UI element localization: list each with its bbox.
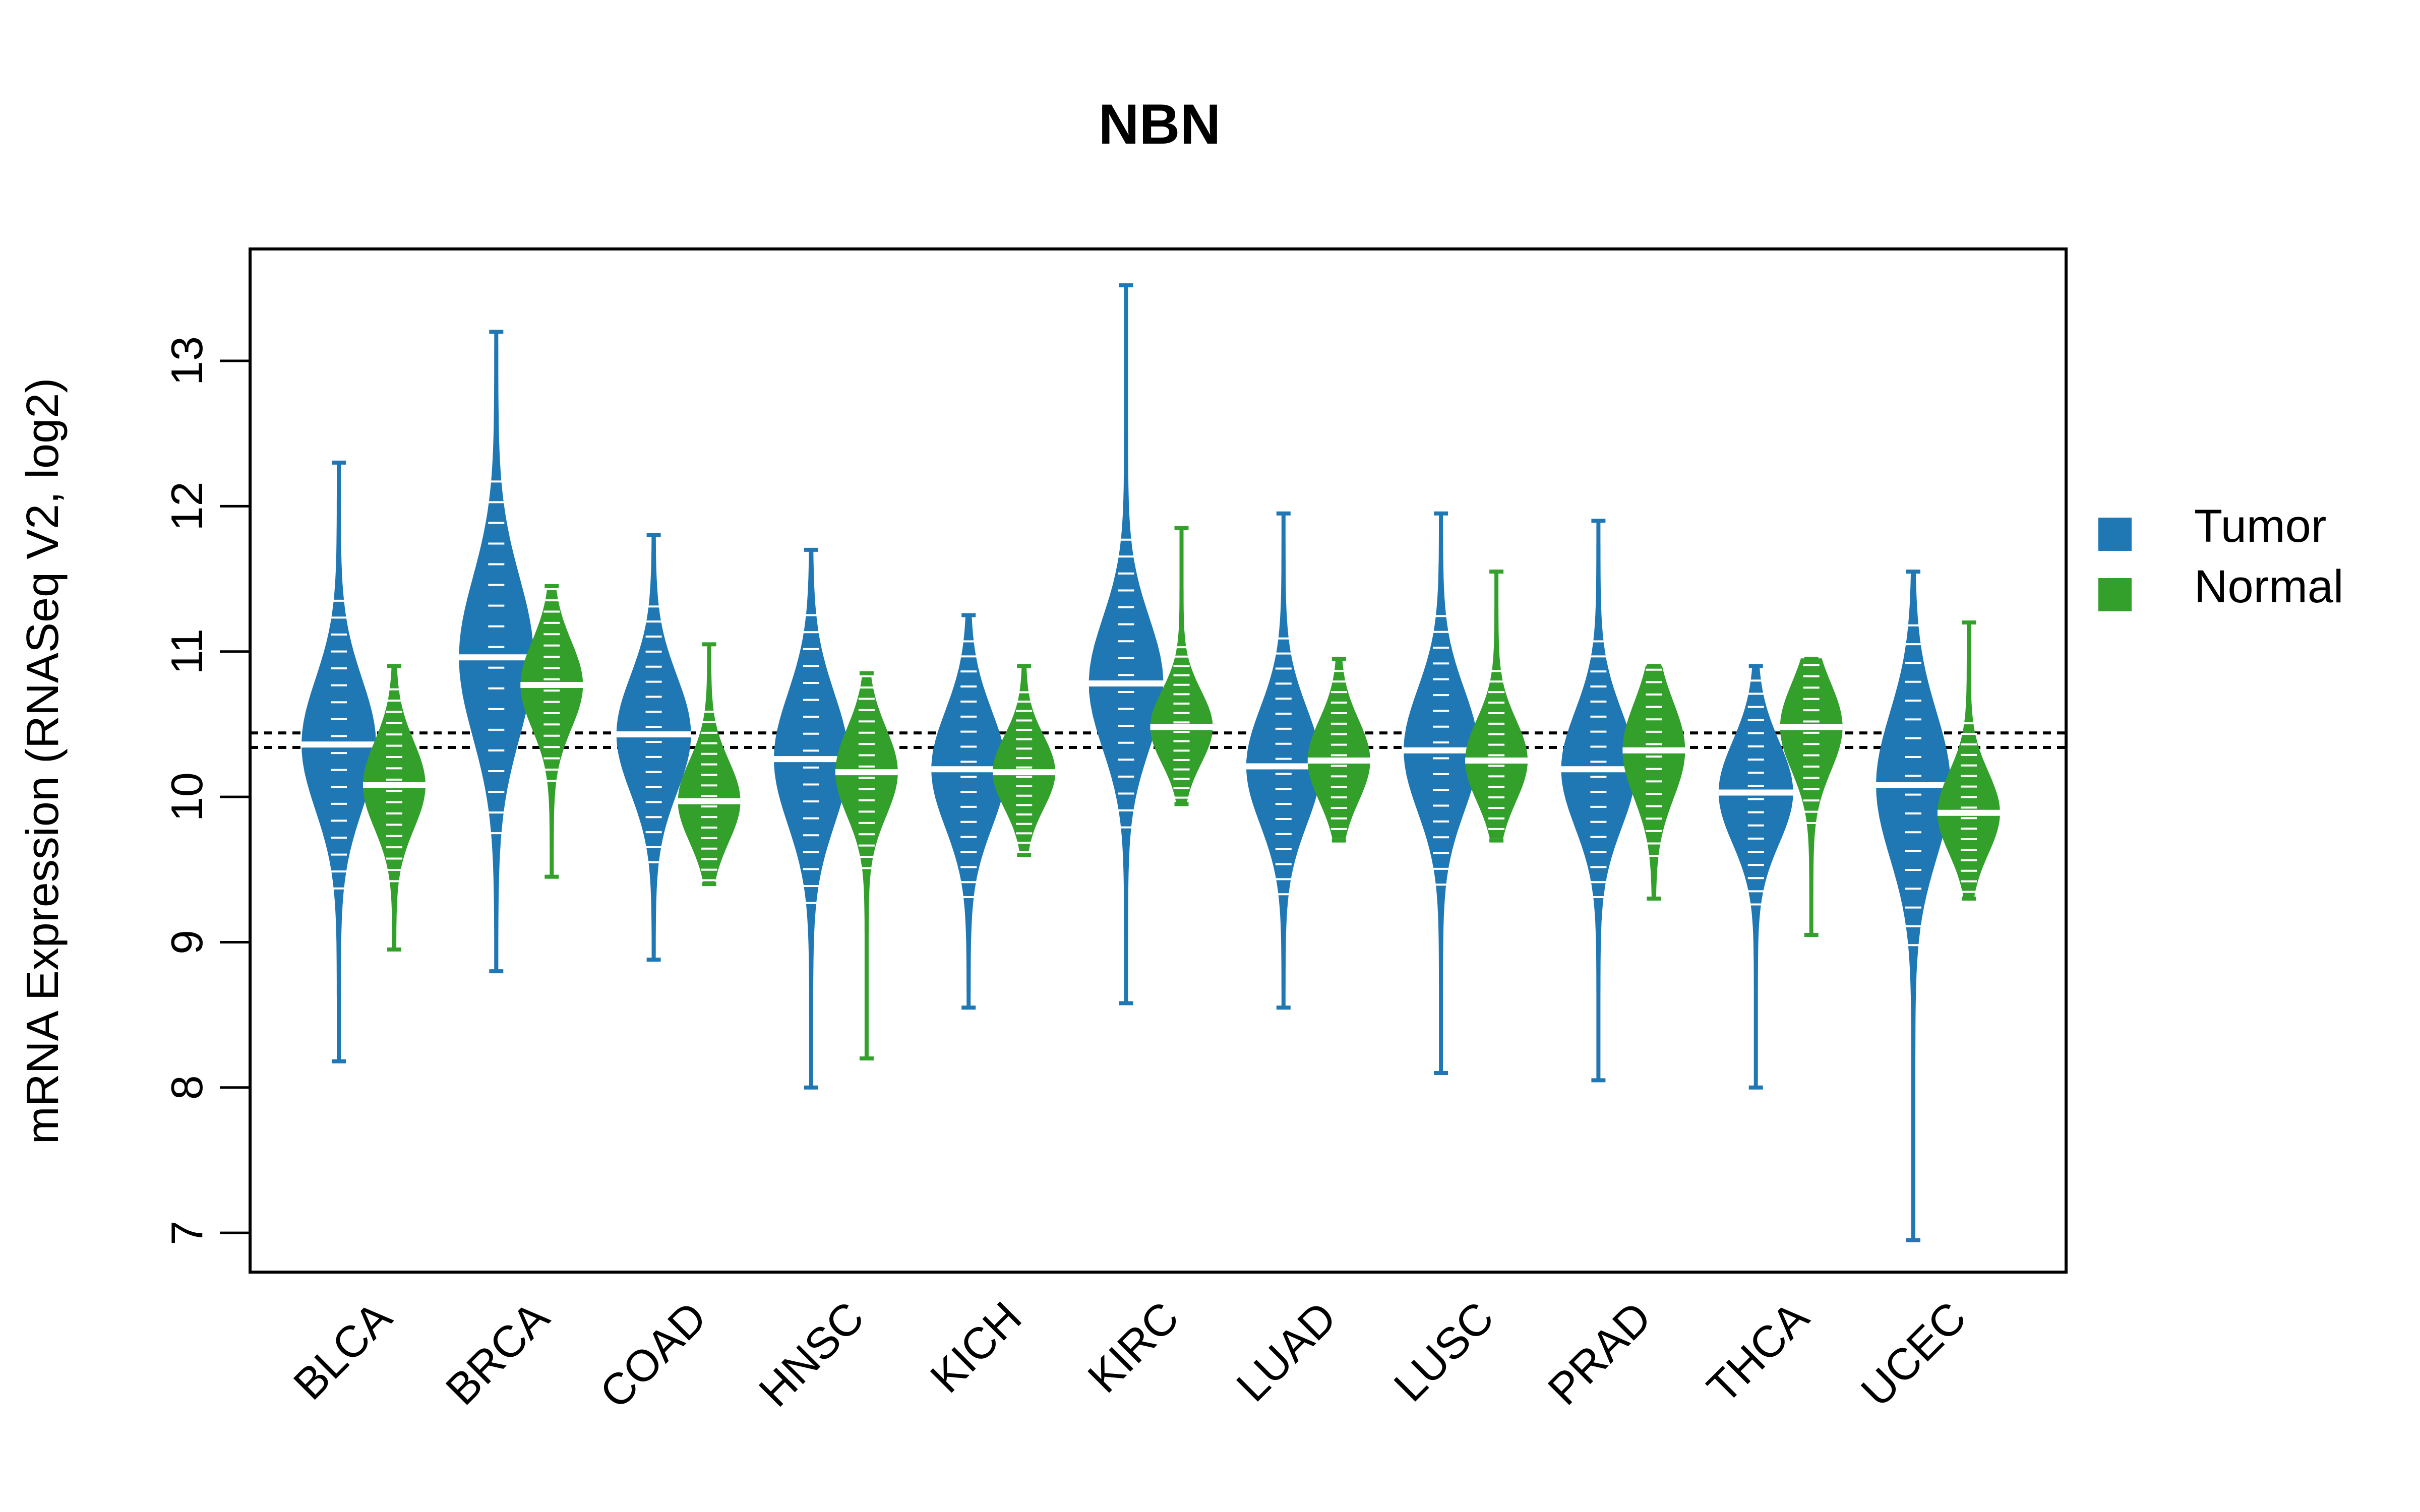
y-tick-label: 13 <box>162 336 212 386</box>
chart-title: NBN <box>1099 93 1221 156</box>
bean-density <box>1465 571 1528 841</box>
x-tick-label: BRCA <box>436 1292 559 1414</box>
bean-tumor-HNSC <box>773 547 849 1090</box>
bean-density <box>1404 513 1479 1074</box>
bean-normal-BLCA <box>362 664 426 952</box>
bean-tumor-COAD <box>616 533 691 962</box>
y-tick-label: 12 <box>162 481 212 531</box>
legend-swatch-normal <box>2098 578 2132 611</box>
bean-tumor-BRCA <box>459 330 534 974</box>
bean-density <box>616 535 691 960</box>
y-tick-label: 9 <box>162 930 212 955</box>
x-tick-label: BLCA <box>284 1292 401 1409</box>
y-tick-label: 7 <box>162 1221 212 1245</box>
x-tick-label: LUAD <box>1227 1292 1346 1411</box>
bean-tumor-BLCA <box>301 460 376 1063</box>
bean-normal-PRAD <box>1622 664 1685 901</box>
x-tick-label: KICH <box>921 1292 1031 1402</box>
bean-normal-LUAD <box>1307 657 1370 843</box>
bean-density <box>993 665 1056 856</box>
x-axis: BLCA BRCA COAD HNSC KICH KIRC LUAD LUSC PRAD THCA… <box>284 1292 1976 1418</box>
x-tick-label: UCEC <box>1851 1292 1975 1416</box>
y-axis-label: mRNA Expression (RNASeq V2, log2) <box>18 378 68 1145</box>
legend-swatch-tumor <box>2098 518 2132 551</box>
legend-label-normal: Normal <box>2194 561 2343 612</box>
bean-normal-COAD <box>678 642 741 887</box>
bean-density <box>1561 520 1636 1081</box>
y-tick-label: 11 <box>162 628 212 674</box>
y-tick-label: 8 <box>162 1075 212 1100</box>
x-tick-label: KIRC <box>1078 1292 1188 1402</box>
legend: Tumor Normal <box>2098 500 2343 612</box>
beans <box>301 283 2000 1242</box>
bean-density <box>1088 285 1164 1004</box>
x-tick-label: COAD <box>590 1292 716 1418</box>
x-tick-label: HNSC <box>749 1292 873 1416</box>
bean-density <box>301 462 376 1062</box>
bean-tumor-LUSC <box>1404 511 1479 1075</box>
x-tick-label: PRAD <box>1538 1292 1661 1414</box>
bean-tumor-KIRC <box>1088 283 1164 1005</box>
beanplot-chart: NBN mRNA Expression (RNASeq V2, log2) 7 8… <box>18 93 2343 1418</box>
bean-density <box>931 614 1006 1009</box>
x-tick-label: LUSC <box>1384 1292 1503 1411</box>
bean-density <box>362 665 426 950</box>
x-tick-label: THCA <box>1698 1292 1819 1413</box>
y-axis: 7 8 9 10 11 12 13 <box>162 336 250 1245</box>
bean-density <box>1307 658 1370 841</box>
bean-tumor-KICH <box>931 613 1006 1010</box>
bean-tumor-UCEC <box>1876 570 1951 1242</box>
y-tick-label: 10 <box>162 772 212 822</box>
bean-tumor-PRAD <box>1561 519 1636 1083</box>
bean-density <box>459 331 534 972</box>
bean-normal-LUSC <box>1465 570 1528 843</box>
legend-label-tumor: Tumor <box>2194 500 2326 552</box>
bean-density <box>1876 571 1951 1241</box>
bean-normal-KICH <box>993 664 1056 857</box>
